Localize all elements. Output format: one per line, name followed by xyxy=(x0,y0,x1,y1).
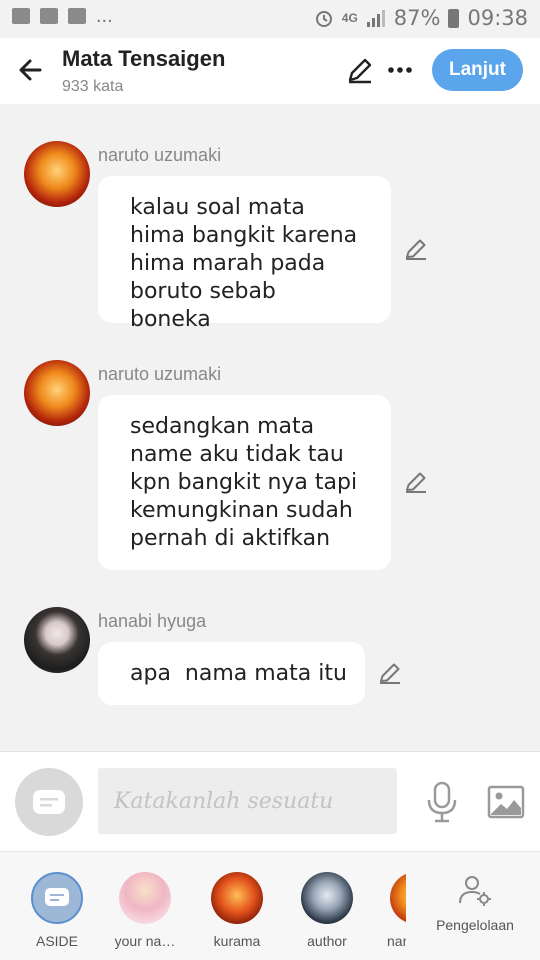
back-arrow-icon[interactable] xyxy=(14,52,50,88)
character-kurama[interactable]: kurama xyxy=(197,872,277,949)
aside-avatar xyxy=(31,872,83,924)
character-aside[interactable]: ASIDE xyxy=(17,872,97,949)
edit-title-pencil-icon[interactable] xyxy=(344,54,376,86)
signal-icon xyxy=(366,10,385,27)
chat-bubble-icon xyxy=(45,888,69,906)
chat-bubble-icon xyxy=(33,790,65,814)
network-type: 4G xyxy=(341,11,358,25)
system-indicators: 4G 87% 09:38 xyxy=(314,6,528,30)
narration-toggle-button[interactable] xyxy=(15,768,83,836)
character-name: author xyxy=(307,933,347,949)
next-button[interactable]: Lanjut xyxy=(432,49,523,91)
message-bubble[interactable]: sedangkan mata name aku tidak tau kpn ba… xyxy=(98,395,391,570)
character-avatar xyxy=(301,872,353,924)
character-name: kurama xyxy=(213,933,261,949)
battery-icon xyxy=(448,8,460,28)
notification-icons: ... xyxy=(12,5,113,27)
character-name: your na… xyxy=(114,933,176,949)
word-count: 933 kata xyxy=(62,78,124,95)
clock: 09:38 xyxy=(467,6,528,30)
image-icon[interactable] xyxy=(486,782,526,822)
story-title: Mata Tensaigen xyxy=(62,46,226,71)
character-avatar xyxy=(119,872,171,924)
alarm-icon xyxy=(315,11,332,27)
edit-message-pencil-icon[interactable] xyxy=(376,659,404,687)
manage-characters-button[interactable]: Pengelolaan xyxy=(430,872,520,933)
character-avatar xyxy=(390,872,406,924)
more-options-icon[interactable] xyxy=(384,54,416,86)
microphone-icon[interactable] xyxy=(424,780,460,824)
app-notification-icon xyxy=(40,8,58,24)
update-notification-icon xyxy=(68,8,86,24)
message-input[interactable] xyxy=(98,768,397,834)
naruto-avatar[interactable] xyxy=(24,360,90,426)
edit-message-pencil-icon[interactable] xyxy=(402,468,430,496)
character-bar: ASIDE your na… kurama author nar Pengelo… xyxy=(0,851,540,960)
gallery-notification-icon xyxy=(12,8,30,24)
edit-message-pencil-icon[interactable] xyxy=(402,235,430,263)
chat-header: Mata Tensaigen 933 kata Lanjut xyxy=(0,38,540,104)
battery-percent: 87% xyxy=(393,6,441,30)
user-settings-icon xyxy=(459,876,491,906)
sender-name: naruto uzumaki xyxy=(98,145,222,165)
sender-name: naruto uzumaki xyxy=(98,364,222,384)
character-naruto[interactable]: nar xyxy=(380,872,406,949)
message-bubble[interactable]: apa nama mata itu xyxy=(98,642,365,705)
more-notifications-icon: ... xyxy=(96,5,113,27)
status-bar: ... 4G 87% 09:38 xyxy=(0,0,540,38)
sender-name: hanabi hyuga xyxy=(98,611,207,631)
character-avatar xyxy=(211,872,263,924)
manage-label: Pengelolaan xyxy=(436,917,514,933)
naruto-avatar[interactable] xyxy=(24,141,90,207)
character-your-name[interactable]: your na… xyxy=(105,872,185,949)
hanabi-avatar[interactable] xyxy=(24,607,90,673)
character-name: ASIDE xyxy=(35,933,78,949)
character-name: nar xyxy=(387,933,406,949)
character-author[interactable]: author xyxy=(287,872,367,949)
message-bubble[interactable]: kalau soal mata hima bangkit karena hima… xyxy=(98,176,391,332)
message-composer xyxy=(0,751,540,851)
